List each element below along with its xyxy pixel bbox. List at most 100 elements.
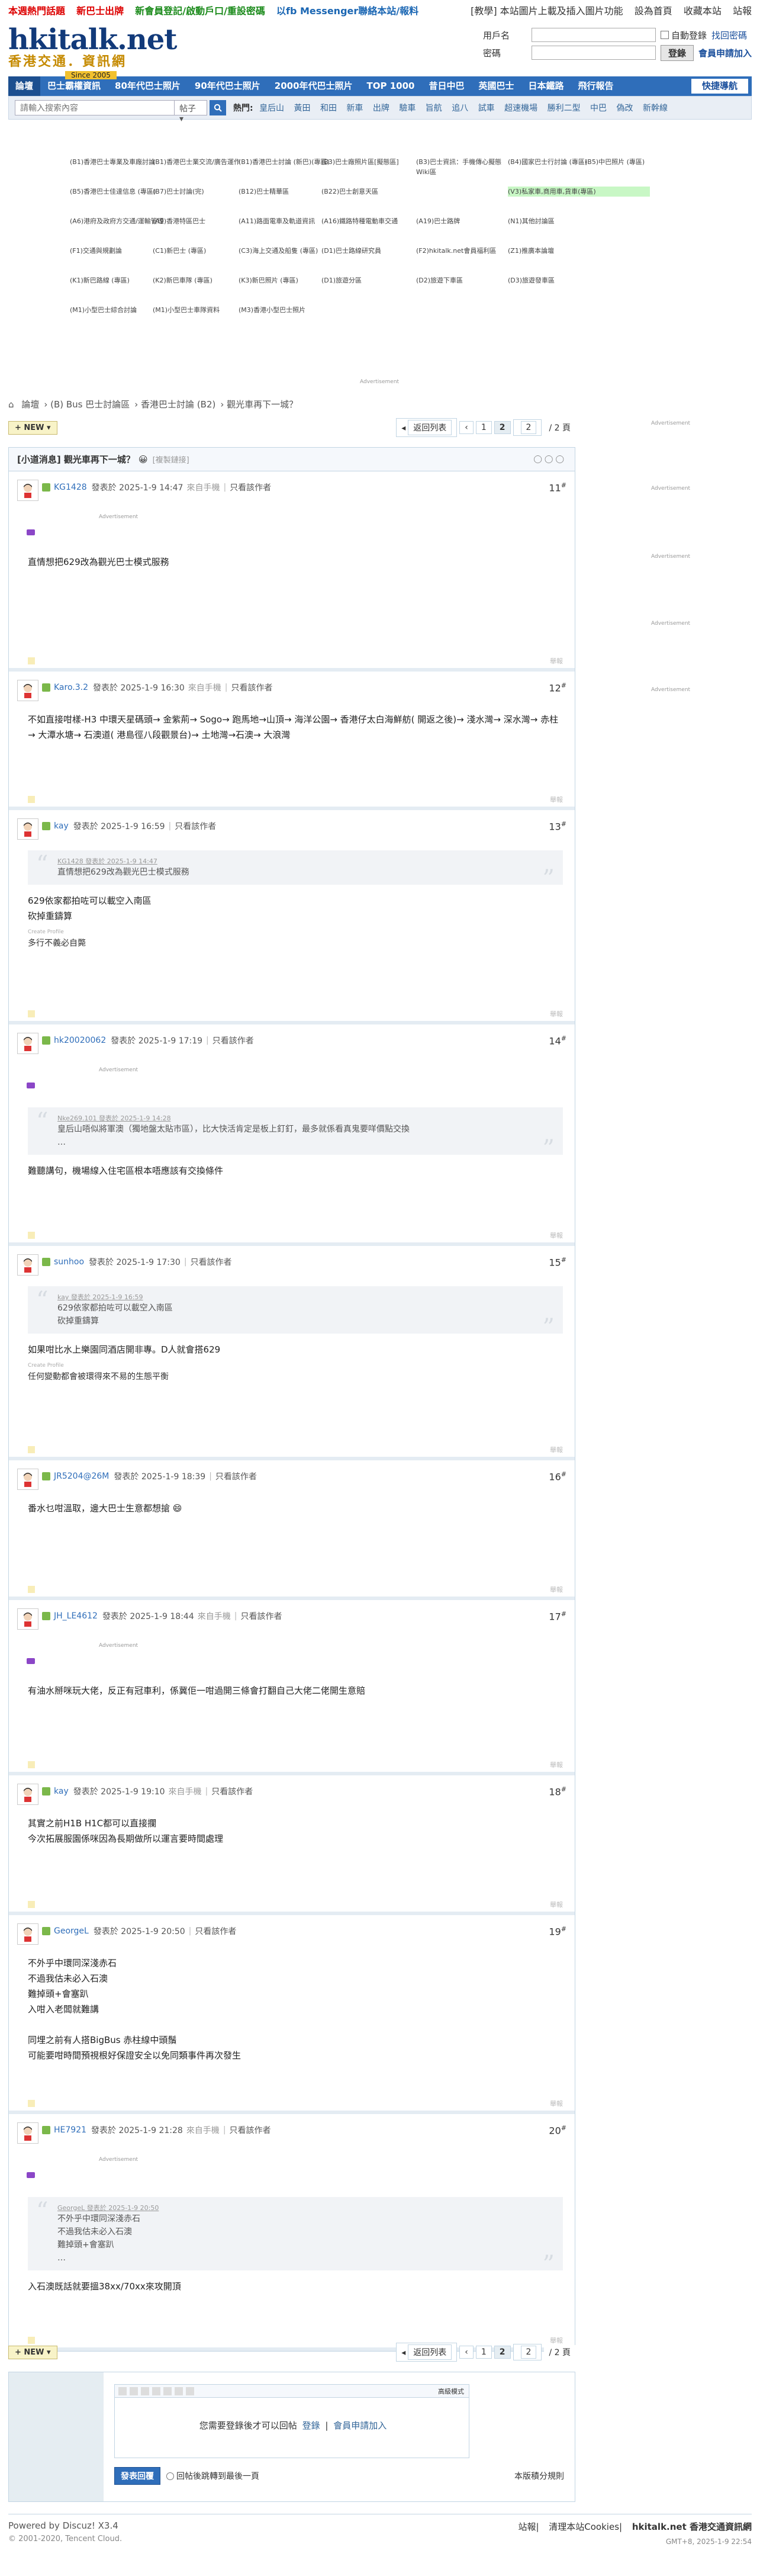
reply-editor[interactable]: 高級模式 您需要登錄後才可以回帖 登錄 | 會員申請加入 <box>114 2384 469 2458</box>
link-icon[interactable] <box>152 2387 160 2395</box>
post-author-link[interactable]: GeorgeL <box>54 1926 89 1936</box>
nav-uk-bus[interactable]: 英國巴士 <box>472 76 521 96</box>
post-floor[interactable]: 17# <box>549 1610 566 1622</box>
forum-board-link[interactable]: (V3)私家車,商用車,貨車(專區) <box>508 187 650 197</box>
post-floor[interactable]: 13# <box>549 820 566 832</box>
hot-keyword[interactable]: 出牌 <box>373 104 389 113</box>
submit-reply-button[interactable]: 發表回覆 <box>114 2467 160 2485</box>
new-bus-link[interactable]: 新巴士出牌 <box>76 5 124 17</box>
clear-cookies-link[interactable]: 清理本站Cookies <box>549 2522 619 2532</box>
hot-keyword[interactable]: 旨航 <box>426 104 442 113</box>
advanced-mode-link[interactable]: 高級模式 <box>438 2387 464 2396</box>
reply-icon[interactable] <box>28 1446 35 1453</box>
forum-board-link[interactable]: (K3)新巴照片 (專區) <box>239 275 333 285</box>
reply-icon[interactable] <box>28 657 35 664</box>
avatar[interactable] <box>17 680 38 701</box>
username-input[interactable] <box>531 28 656 42</box>
post-floor[interactable]: 18# <box>549 1785 566 1797</box>
avatar[interactable] <box>17 818 38 840</box>
only-this-author-link[interactable]: 只看該作者 <box>230 2124 271 2136</box>
reply-icon[interactable] <box>28 1586 35 1593</box>
bookmark-link[interactable]: 收藏本站 <box>684 5 722 17</box>
breadcrumb-bus-board[interactable]: (B) Bus 巴士討論區 <box>50 399 130 410</box>
quote-source-link[interactable]: Nke269.101 發表於 2025-1-9 14:28 <box>57 1114 551 1123</box>
hot-keyword[interactable]: 勝利二型 <box>548 104 581 113</box>
reply-icon[interactable] <box>28 796 35 803</box>
hot-keyword[interactable]: 和田 <box>320 104 337 113</box>
report-link[interactable]: 站報 <box>733 5 752 17</box>
back-to-list-button[interactable]: ◂ 返回列表 <box>396 2343 458 2362</box>
forum-board-link[interactable]: (M1)小型巴士車隊資料 <box>153 305 247 315</box>
breadcrumb-hk-bus[interactable]: 香港巴士討論 (B2) <box>141 399 215 410</box>
forum-board-link[interactable]: (A11)路面電車及軌道資訊 <box>239 216 333 226</box>
forum-board-link[interactable]: (D3)旅遊發車區 <box>508 275 603 285</box>
home-icon[interactable]: ⌂ <box>8 399 14 410</box>
forum-board-link[interactable]: (F2)hkitalk.net會員福利區 <box>416 246 511 256</box>
forum-board-link[interactable]: (B12)巴士精華區 <box>239 187 333 197</box>
breadcrumb-forum[interactable]: 論壇 <box>21 399 39 410</box>
nav-old-cmb[interactable]: 昔日中巴 <box>421 76 471 96</box>
avatar[interactable] <box>17 1608 38 1630</box>
forgot-password-link[interactable]: 找回密碼 <box>711 29 747 41</box>
prev-page-button[interactable]: ‹ <box>459 421 474 434</box>
only-this-author-link[interactable]: 只看該作者 <box>215 1470 257 1482</box>
report-post-link[interactable]: 舉報 <box>550 1760 563 1769</box>
forum-board-link[interactable]: (M3)香港小型巴士照片 <box>239 305 333 315</box>
messenger-link[interactable]: 以fb Messenger聯絡本站/報料 <box>276 5 418 17</box>
back-to-list-button[interactable]: ◂ 返回列表 <box>396 418 458 437</box>
forum-board-link[interactable]: (A9)香港特區巴士 <box>153 216 247 226</box>
quick-nav-button[interactable]: 快捷導航 <box>691 79 748 94</box>
only-this-author-link[interactable]: 只看該作者 <box>195 1925 236 1937</box>
page-1-link[interactable]: 1 <box>475 421 492 434</box>
footer-report-link[interactable]: 站報 <box>518 2522 536 2532</box>
forum-board-link[interactable]: (D1)旅遊分區 <box>321 275 416 285</box>
post-author-link[interactable]: HE7921 <box>54 2125 86 2135</box>
forum-board-link[interactable]: (M1)小型巴士綜合討論 <box>70 305 165 315</box>
only-this-author-link[interactable]: 只看該作者 <box>175 820 216 832</box>
hot-keyword[interactable]: 皇后山 <box>259 104 284 113</box>
page-jump-input[interactable]: 2 <box>513 2344 542 2360</box>
report-post-link[interactable]: 舉報 <box>550 1009 563 1019</box>
hot-keyword[interactable]: 偽改 <box>617 104 633 113</box>
forum-board-link[interactable]: (B3)巴士資訊：手機傳心擬態Wiki區 <box>416 157 511 177</box>
forum-board-link[interactable]: (D1)巴士路線研究員 <box>321 246 416 256</box>
post-floor[interactable]: 12# <box>549 682 566 693</box>
report-post-link[interactable]: 舉報 <box>550 1445 563 1454</box>
forum-board-link[interactable]: (B1)香港巴士業交流/廣告運作 <box>153 157 247 167</box>
hot-keyword[interactable]: 追八 <box>452 104 468 113</box>
hot-keyword[interactable]: 黃田 <box>294 104 311 113</box>
post-author-link[interactable]: KG1428 <box>54 483 87 492</box>
new-thread-button[interactable]: + NEW ▾ <box>8 2345 57 2359</box>
post-author-link[interactable]: kay <box>54 821 69 831</box>
forum-board-link[interactable]: (B22)巴士創意天區 <box>321 187 416 197</box>
report-post-link[interactable]: 舉報 <box>550 1900 563 1909</box>
reply-login-link[interactable]: 登錄 <box>302 2420 320 2431</box>
avatar[interactable] <box>17 480 38 501</box>
forum-board-link[interactable]: (K1)新巴路線 (專區) <box>70 275 165 285</box>
color-icon[interactable] <box>130 2387 138 2395</box>
nav-90s-photos[interactable]: 90年代巴士照片 <box>188 76 268 96</box>
page-jump-input[interactable]: 2 <box>513 419 542 436</box>
copy-link-button[interactable]: [複製鏈接] <box>153 454 189 465</box>
site-name-link[interactable]: hkitalk.net 香港交通資訊網 <box>632 2522 752 2532</box>
forum-board-link[interactable]: (A16)鐵路特種電動車交通 <box>321 216 416 226</box>
reply-register-link[interactable]: 會員申請加入 <box>333 2420 387 2431</box>
report-post-link[interactable]: 舉報 <box>550 1231 563 1240</box>
post-author-link[interactable]: JR5204@26M <box>54 1472 109 1481</box>
nav-2000s-photos[interactable]: 2000年代巴士照片 <box>268 76 360 96</box>
jump-last-page-checkbox[interactable] <box>166 2472 174 2480</box>
forum-board-link[interactable]: (B3)巴士廠照片區[擬態區] <box>321 157 416 167</box>
search-button[interactable] <box>210 100 226 115</box>
only-this-author-link[interactable]: 只看該作者 <box>230 481 271 493</box>
forum-board-link[interactable]: (D2)旅遊下車區 <box>416 275 511 285</box>
post-floor[interactable]: 19# <box>549 1925 566 1937</box>
search-type-select[interactable]: 帖子 ▾ <box>174 100 207 124</box>
forum-board-link[interactable]: (C1)新巴士 (專區) <box>153 246 247 256</box>
forum-board-link[interactable]: (A6)港府及政府方交通/運輸管理 <box>70 216 165 226</box>
forum-board-link[interactable]: (C3)海上交通及船隻 (專區) <box>239 246 333 256</box>
avatar[interactable] <box>17 1784 38 1805</box>
forum-board-link[interactable]: (A19)巴士路牌 <box>416 216 511 226</box>
forum-board-link[interactable]: (N1)其他討論區 <box>508 216 603 226</box>
forum-board-link[interactable]: (B7)巴士討論(完) <box>153 187 247 197</box>
post-author-link[interactable]: JH_LE4612 <box>54 1611 98 1621</box>
